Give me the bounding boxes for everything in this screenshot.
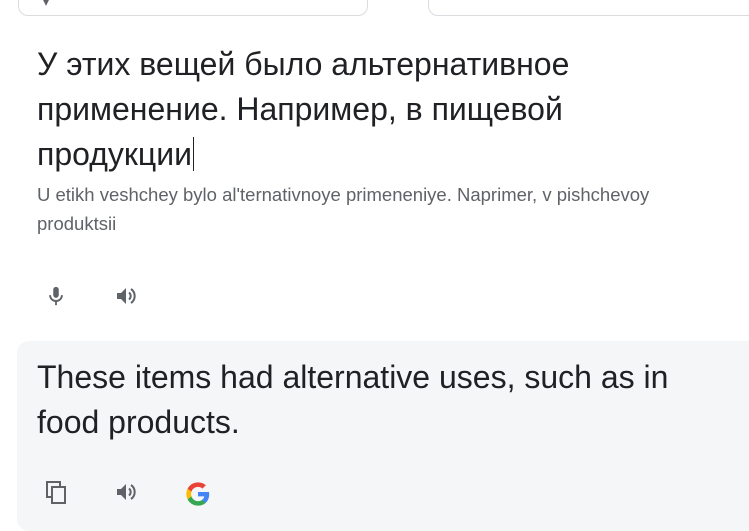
speaker-icon (117, 288, 136, 304)
source-language-selector[interactable]: ▾ (18, 0, 368, 16)
speaker-icon (117, 484, 136, 500)
listen-translation-button[interactable] (106, 472, 146, 512)
microphone-icon (49, 286, 63, 306)
source-text: У этих вещей было альтернативное примене… (37, 46, 570, 172)
source-transliteration: U etikh veshchey bylo al'ternativnoye pr… (37, 184, 650, 234)
copy-translation-button[interactable] (36, 472, 76, 512)
target-language-selector[interactable] (428, 0, 749, 16)
copy-icon (46, 481, 66, 504)
source-text-input[interactable]: У этих вещей было альтернативное примене… (37, 42, 717, 177)
listen-source-button[interactable] (106, 276, 146, 316)
chevron-down-icon: ▾ (43, 0, 50, 9)
translation-text: These items had alternative uses, such a… (37, 359, 669, 440)
google-search-button[interactable] (178, 474, 218, 514)
voice-input-button[interactable] (36, 276, 76, 316)
text-caret (192, 137, 194, 171)
